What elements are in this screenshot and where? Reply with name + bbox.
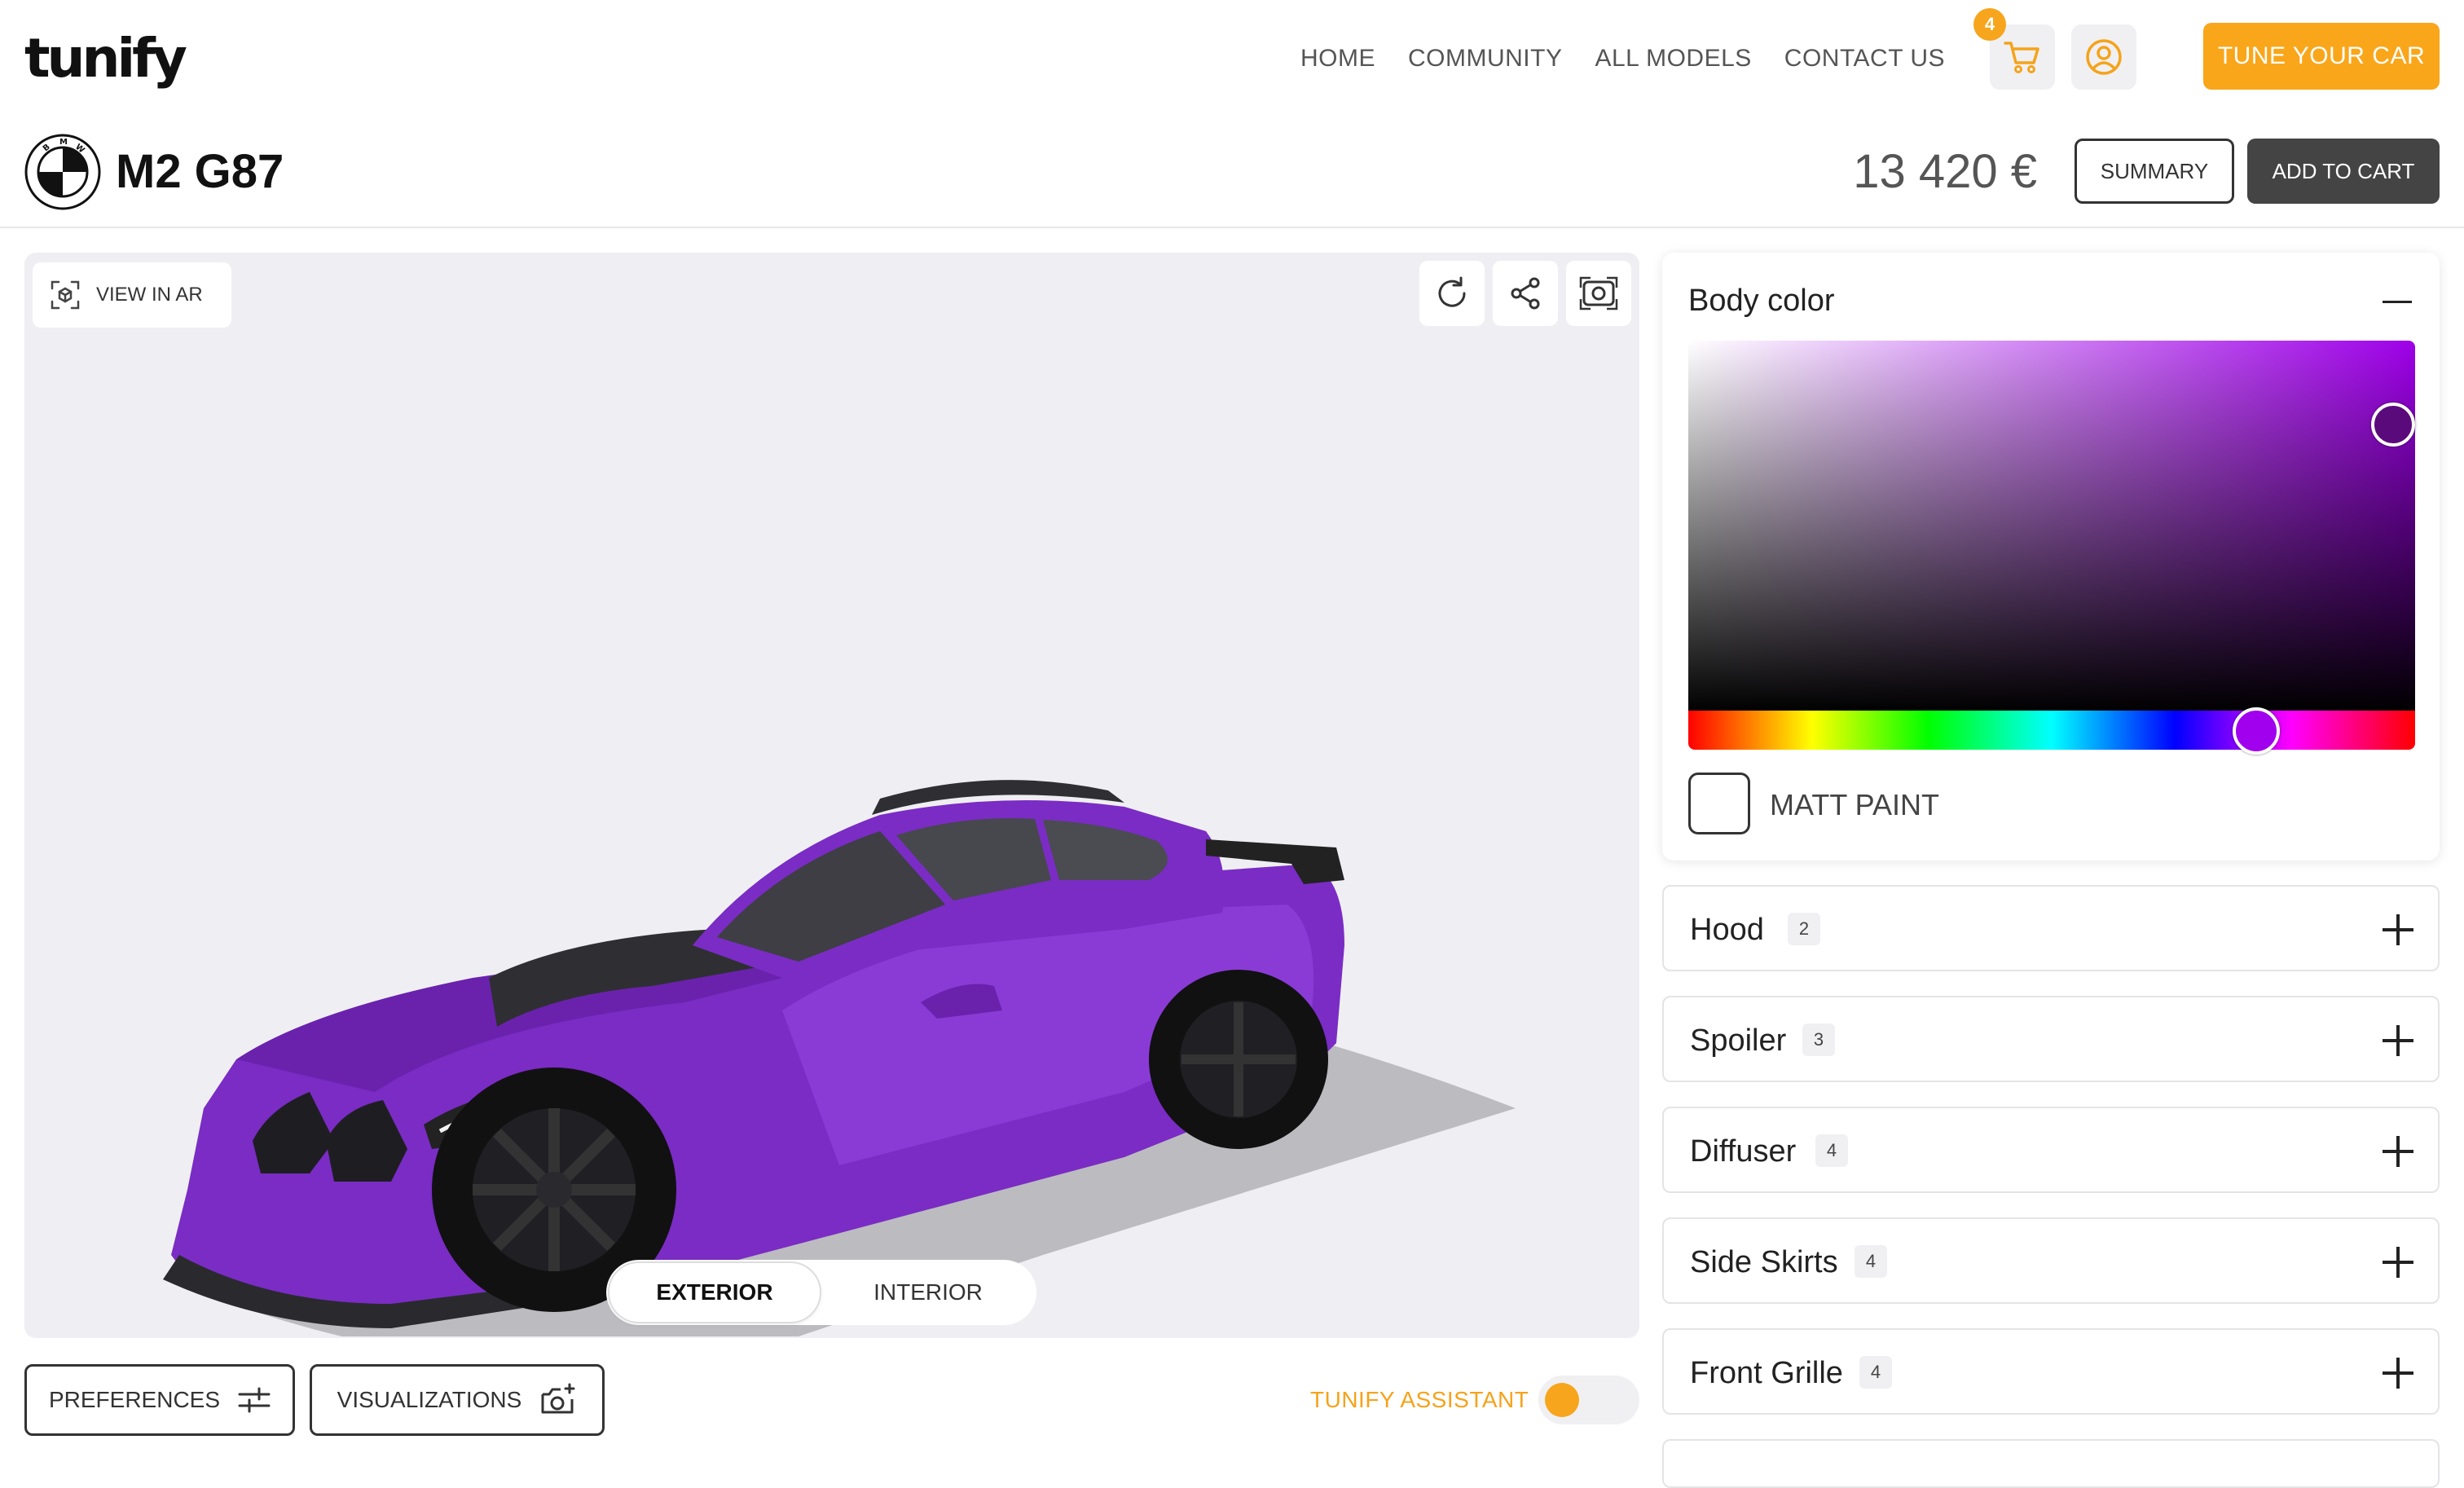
- user-icon: [2086, 39, 2122, 75]
- body-color-title: Body color: [1688, 284, 1835, 318]
- body-color-panel: Body color MATT PAINT: [1662, 253, 2440, 861]
- option-count-badge: 4: [1815, 1134, 1848, 1167]
- saturation-value-picker[interactable]: [1688, 341, 2415, 712]
- option-count-badge: 2: [1788, 913, 1820, 945]
- option-count-badge: 3: [1802, 1024, 1835, 1056]
- visualizations-button[interactable]: VISUALIZATIONS: [310, 1364, 605, 1436]
- view-mode-toggle: EXTERIOR INTERIOR: [606, 1260, 1036, 1325]
- section-side-skirts[interactable]: Side Skirts 4: [1662, 1217, 2440, 1304]
- tab-interior[interactable]: INTERIOR: [821, 1261, 1035, 1323]
- color-picker-handle[interactable]: [2371, 403, 2415, 447]
- preferences-button[interactable]: PREFERENCES: [24, 1364, 295, 1436]
- nav-home[interactable]: HOME: [1300, 42, 1375, 75]
- model-title: M2 G87: [116, 145, 284, 198]
- car-3d-model[interactable]: [147, 522, 1532, 1336]
- hue-slider-handle[interactable]: [2233, 707, 2280, 755]
- account-button[interactable]: [2071, 24, 2136, 90]
- expand-plus-icon[interactable]: [2383, 1025, 2413, 1056]
- main-nav: HOME COMMUNITY ALL MODELS CONTACT US: [1300, 42, 1945, 75]
- expand-plus-icon[interactable]: [2383, 1136, 2413, 1167]
- total-price: 13 420 €: [1853, 145, 2037, 198]
- section-next-partial[interactable]: [1662, 1439, 2440, 1488]
- section-label: Spoiler: [1690, 1024, 1787, 1058]
- section-label: Hood: [1690, 913, 1764, 947]
- cart-count-badge: 4: [1973, 8, 2006, 41]
- camera-plus-icon: [541, 1383, 575, 1414]
- nav-community[interactable]: COMMUNITY: [1408, 42, 1562, 75]
- matt-paint-label: MATT PAINT: [1770, 788, 1940, 821]
- share-button[interactable]: [1493, 261, 1558, 326]
- car-3d-viewer[interactable]: VIEW IN AR EXTERIOR INTERIOR: [24, 253, 1639, 1338]
- view-in-ar-button[interactable]: VIEW IN AR: [33, 262, 231, 328]
- tunify-assistant-toggle[interactable]: [1538, 1376, 1639, 1424]
- tunify-logo[interactable]: tunify: [24, 26, 187, 91]
- option-count-badge: 4: [1859, 1356, 1892, 1389]
- cart-icon: [2004, 42, 2039, 73]
- tunify-assistant-label: TUNIFY ASSISTANT: [1310, 1387, 1529, 1412]
- option-count-badge: 4: [1855, 1245, 1887, 1278]
- expand-plus-icon[interactable]: [2383, 1358, 2413, 1389]
- hue-slider[interactable]: [1688, 711, 2415, 750]
- expand-plus-icon[interactable]: [2383, 1247, 2413, 1278]
- preferences-label: PREFERENCES: [48, 1387, 221, 1412]
- product-bar: B M W M2 G87 13 420 € SUMMARY ADD TO CAR…: [0, 119, 2464, 228]
- svg-text:M: M: [59, 138, 68, 147]
- bmw-logo: B M W: [24, 134, 101, 210]
- sliders-icon: [238, 1387, 271, 1413]
- view-in-ar-label: VIEW IN AR: [96, 284, 203, 306]
- tab-exterior[interactable]: EXTERIOR: [608, 1261, 821, 1323]
- expand-plus-icon[interactable]: [2383, 914, 2413, 945]
- share-icon: [1511, 277, 1540, 310]
- toggle-knob: [1545, 1383, 1579, 1417]
- collapse-minus-icon[interactable]: [2383, 292, 2415, 311]
- refresh-icon: [1438, 276, 1466, 307]
- section-hood[interactable]: Hood 2: [1662, 885, 2440, 971]
- section-spoiler[interactable]: Spoiler 3: [1662, 996, 2440, 1082]
- section-front-grille[interactable]: Front Grille 4: [1662, 1328, 2440, 1415]
- section-label: Side Skirts: [1690, 1245, 1838, 1279]
- matt-paint-checkbox[interactable]: [1688, 773, 1750, 834]
- ar-scan-icon: [51, 280, 80, 310]
- section-label: Diffuser: [1690, 1134, 1797, 1169]
- tune-your-car-button[interactable]: TUNE YOUR CAR: [2203, 23, 2440, 90]
- summary-button[interactable]: SUMMARY: [2075, 139, 2234, 204]
- nav-all-models[interactable]: ALL MODELS: [1595, 42, 1751, 75]
- section-label: Front Grille: [1690, 1356, 1843, 1390]
- visualizations-label: VISUALIZATIONS: [337, 1387, 522, 1412]
- section-diffuser[interactable]: Diffuser 4: [1662, 1107, 2440, 1193]
- top-header: tunify HOME COMMUNITY ALL MODELS CONTACT…: [0, 0, 2464, 119]
- nav-contact-us[interactable]: CONTACT US: [1784, 42, 1945, 75]
- reset-view-button[interactable]: [1419, 261, 1485, 326]
- add-to-cart-button[interactable]: ADD TO CART: [2247, 139, 2440, 204]
- screenshot-icon: [1579, 276, 1618, 310]
- screenshot-button[interactable]: [1566, 261, 1631, 326]
